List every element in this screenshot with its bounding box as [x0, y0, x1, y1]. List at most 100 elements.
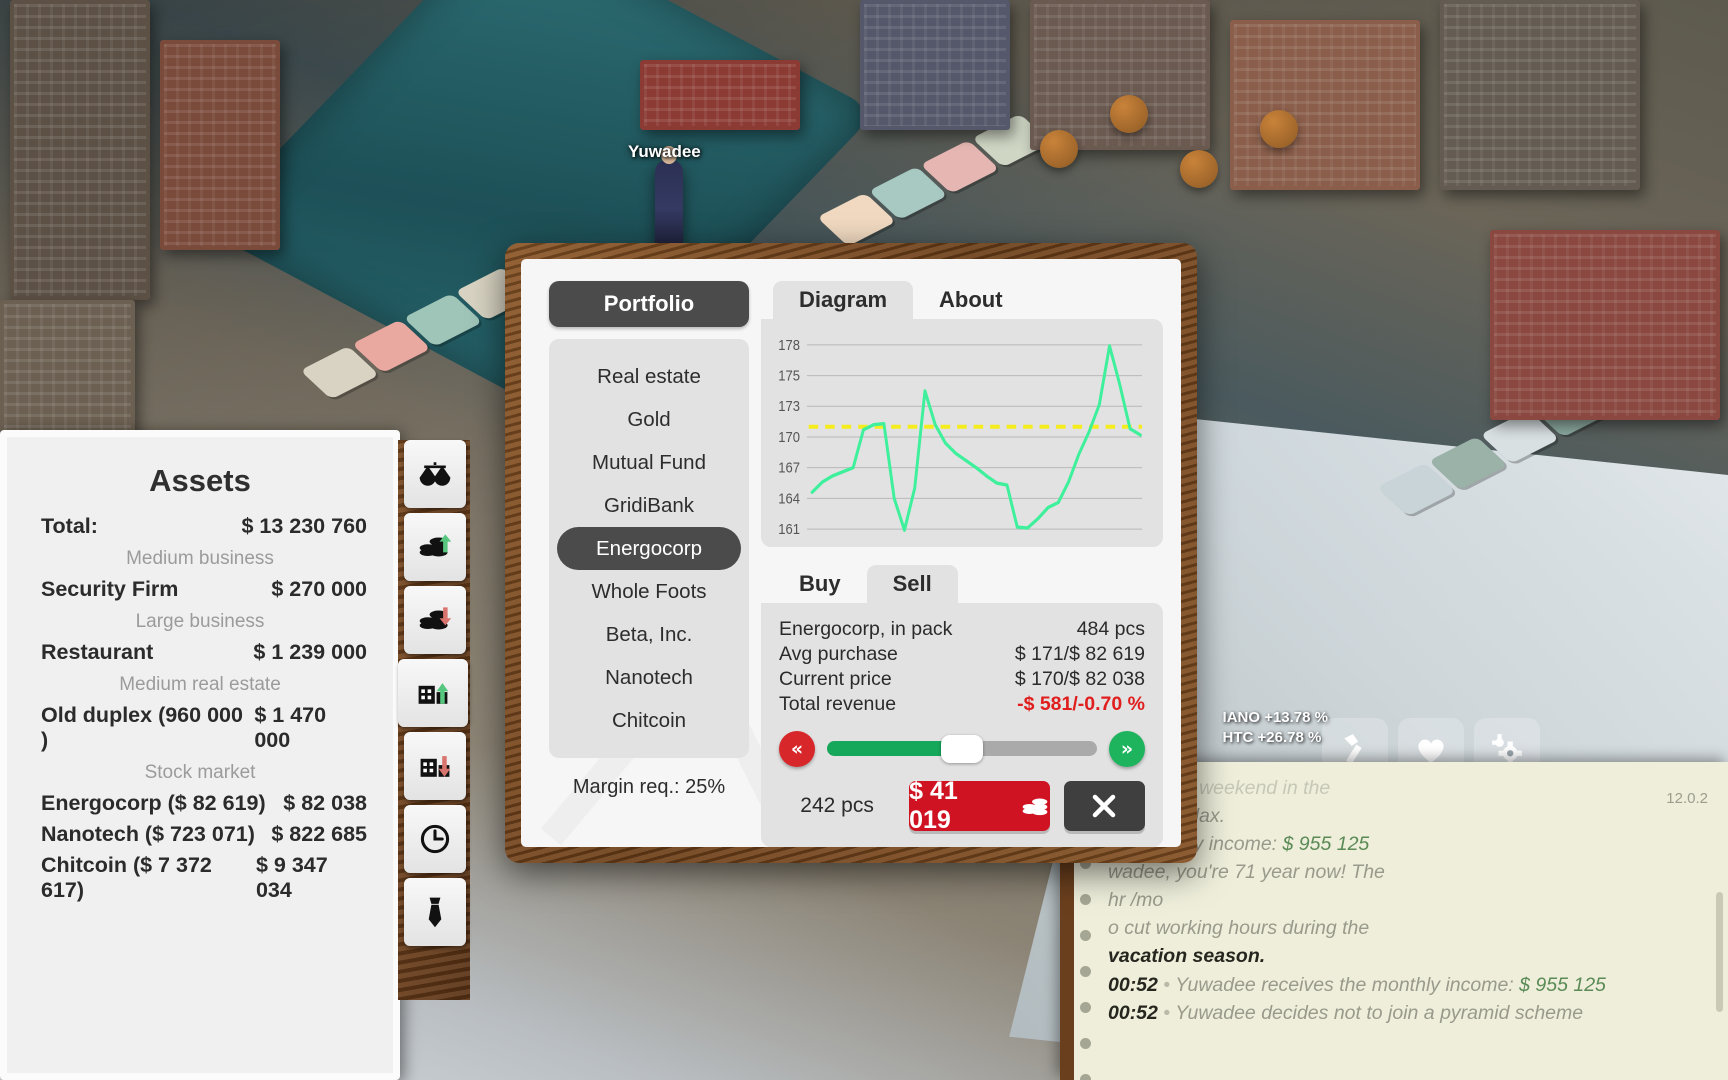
trade-row: Avg purchase $ 171/$ 82 619: [779, 642, 1145, 667]
assets-row[interactable]: Nanotech ($ 723 071) $ 822 685: [7, 819, 393, 850]
log-text: hr /mo: [1108, 889, 1164, 912]
log-separator-dot: •: [1157, 1001, 1176, 1024]
portfolio-item-gridibank[interactable]: GridiBank: [557, 484, 741, 527]
portfolio-column: Portfolio Real estate Gold Mutual Fund Grid…: [549, 281, 749, 799]
log-scrollbar[interactable]: [1716, 892, 1723, 1012]
trade-row: Current price $ 170/$ 82 038: [779, 667, 1145, 692]
building: [10, 0, 150, 300]
portfolio-item-chitcoin[interactable]: Chitcoin: [557, 699, 741, 742]
left-icon-toolbar: [398, 440, 470, 1000]
portfolio-item-gold[interactable]: Gold: [557, 398, 741, 441]
assets-total-label: Total:: [41, 514, 98, 538]
building-down-icon: [420, 756, 451, 777]
chart-y-tick-label: 175: [778, 367, 800, 384]
assets-group-header: Stock market: [144, 762, 256, 783]
log-line: vacation season.: [1108, 942, 1704, 970]
clock-icon: [420, 824, 450, 854]
log-line: est and relax.: [1108, 802, 1704, 830]
building: [1440, 0, 1640, 190]
assets-row[interactable]: Chitcoin ($ 7 372 617) $ 9 347 034: [7, 850, 393, 906]
trade-row-label: Avg purchase: [779, 642, 898, 665]
trade-action-row: 242 pcs $ 41 019: [779, 777, 1145, 834]
log-text: vacation season.: [1108, 945, 1266, 968]
clock-icon-button[interactable]: [404, 805, 466, 873]
tree: [1110, 95, 1148, 133]
ticker-line-2: HTC +26.78 %: [1222, 728, 1322, 746]
log-timestamp: 00:52: [1108, 973, 1158, 996]
asset-name: Nanotech ($ 723 071): [41, 822, 255, 846]
assets-total-row: Total: $ 13 230 760: [7, 511, 393, 542]
portfolio-item-whole-foots[interactable]: Whole Foots: [557, 570, 741, 613]
log-text: Yuwadee receives the monthly income:: [1175, 973, 1520, 996]
assets-row[interactable]: Security Firm $ 270 000: [7, 574, 393, 605]
assets-group-header: Large business: [135, 611, 265, 632]
portfolio-item-nanotech[interactable]: Nanotech: [557, 656, 741, 699]
tie-icon: [428, 897, 442, 928]
buy-button[interactable]: $ 41 019: [909, 777, 1050, 834]
building-down-icon-button[interactable]: [404, 732, 466, 800]
coins-down-icon-button[interactable]: [404, 586, 466, 654]
asset-value: $ 9 347 034: [255, 853, 328, 902]
assets-row[interactable]: Restaurant $ 1 239 000: [7, 637, 393, 668]
quantity-label: 242 pcs: [800, 793, 874, 817]
trade-row-value: $ 171/$ 82 619: [1014, 642, 1145, 665]
trade-row-label: Energocorp, in pack: [779, 618, 953, 640]
coins-up-icon: [419, 534, 452, 557]
quantity-slider[interactable]: [827, 735, 1097, 764]
building-up-icon: [418, 683, 449, 704]
tree: [1180, 150, 1218, 188]
tab-about[interactable]: About: [913, 281, 1029, 319]
asset-value: $ 822 685: [271, 822, 367, 846]
portfolio-button[interactable]: Portfolio: [549, 281, 749, 327]
building: [160, 40, 280, 250]
asset-name: Security Firm: [41, 577, 179, 601]
asset-value: $ 1 470 000: [254, 703, 327, 752]
assets-row[interactable]: Old duplex (960 000 ) $ 1 470 000: [7, 700, 393, 756]
game-screen: Yuwadee IANO +13.78 % HTC +26.78 % 12.0.…: [0, 0, 1728, 1080]
tie-icon-button[interactable]: [404, 878, 466, 946]
portfolio-item-real-estate[interactable]: Real estate: [557, 355, 741, 398]
close-icon: [1093, 794, 1116, 818]
log-line: wadee, you're 71 year now! The: [1108, 858, 1704, 886]
scales-icon-button[interactable]: [404, 440, 466, 508]
assets-groups: Medium business Security Firm $ 270 000 Lar…: [7, 542, 393, 906]
stock-ticker: IANO +13.78 % HTC +26.78 %: [1223, 708, 1328, 749]
portfolio-item-mutual-fund[interactable]: Mutual Fund: [557, 441, 741, 484]
slider-knob[interactable]: [941, 735, 983, 764]
price-chart: 178 175 173 170 167 164 161: [778, 336, 1143, 537]
assets-panel: Assets Total: $ 13 230 760 Medium busine…: [0, 430, 400, 1080]
tab-diagram[interactable]: Diagram: [773, 281, 914, 319]
trade-info-rows: Energocorp, in pack 484 pcs Avg purchase $ …: [779, 617, 1145, 717]
coins-up-icon-button[interactable]: [404, 513, 466, 581]
dialog-body: Portfolio Real estate Gold Mutual Fund Grid…: [521, 259, 1181, 847]
chart-line-series: [810, 344, 1142, 532]
assets-row[interactable]: Energocorp ($ 82 619) $ 82 038: [7, 788, 393, 819]
tab-buy[interactable]: Buy: [773, 565, 867, 603]
trade-row-value: -$ 581/-0.70 %: [1017, 692, 1145, 715]
log-money-amount: $ 955 125: [1519, 973, 1606, 996]
log-line: spend the weekend in the: [1108, 774, 1704, 802]
trade-panel: Energocorp, in pack 484 pcs Avg purchase $ …: [761, 603, 1163, 847]
building-up-icon-button[interactable]: [398, 659, 468, 727]
building: [860, 0, 1010, 130]
trade-row-label: Total revenue: [779, 692, 897, 715]
log-line: hr /mo: [1108, 886, 1704, 914]
quantity-slider-row: « »: [779, 730, 1145, 767]
asset-name: Restaurant: [41, 640, 154, 664]
trade-row-value: $ 170/$ 82 038: [1014, 667, 1145, 690]
tab-sell[interactable]: Sell: [866, 565, 958, 603]
player-avatar[interactable]: [655, 146, 683, 248]
building: [1230, 20, 1420, 190]
assets-total-value: $ 13 230 760: [241, 514, 367, 538]
portfolio-item-beta-inc[interactable]: Beta, Inc.: [557, 613, 741, 656]
chart-y-tick-label: 161: [778, 520, 800, 537]
double-chevron-right-icon-button[interactable]: »: [1109, 730, 1145, 767]
close-button[interactable]: [1063, 780, 1145, 831]
player-name-label: Yuwadee: [628, 142, 701, 161]
heart-icon: [1418, 739, 1444, 763]
asset-name: Chitcoin ($ 7 372 617): [41, 853, 212, 902]
double-chevron-left-icon-button[interactable]: «: [779, 730, 815, 767]
portfolio-item-energocorp[interactable]: Energocorp: [557, 527, 741, 570]
log-money-amount: $ 955 125: [1282, 833, 1370, 856]
chart-y-tick-label: 164: [778, 490, 800, 507]
